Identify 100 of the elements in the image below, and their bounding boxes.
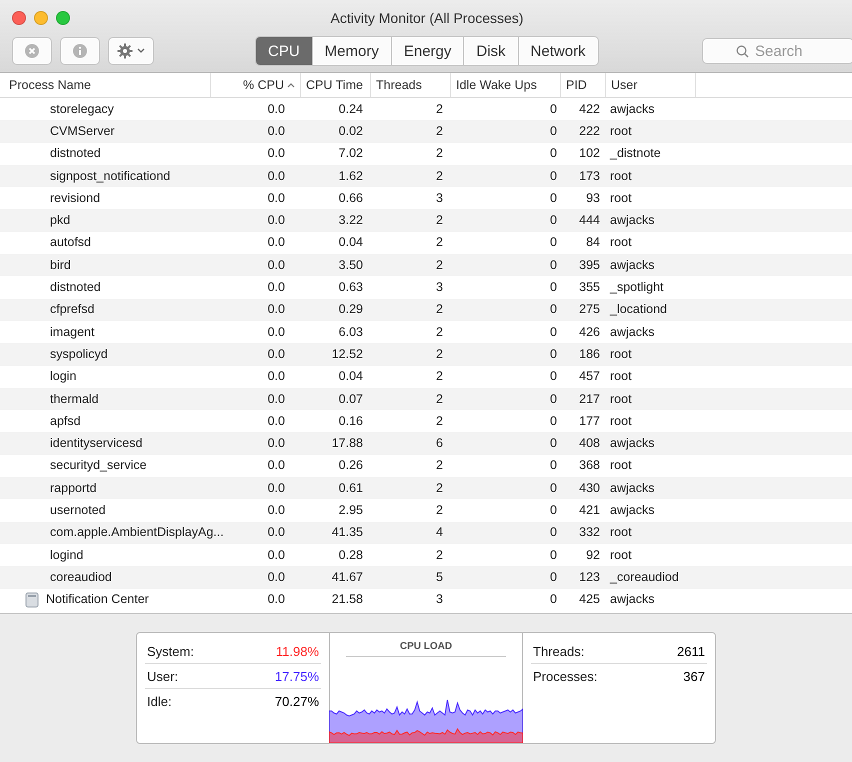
table-row[interactable]: com.apple.AmbientDisplayAg... 0.0 41.35 4 0 332 root (0, 522, 852, 544)
column-header[interactable]: Threads (371, 73, 451, 97)
table-cell: 0.0 (268, 213, 285, 228)
table-cell: 0.0 (268, 369, 285, 384)
table-cell: 2 (436, 369, 443, 384)
search-icon (736, 45, 749, 58)
table-cell: 0 (550, 324, 557, 340)
table-cell: awjacks (610, 592, 654, 608)
table-cell: root (610, 369, 632, 384)
table-row[interactable]: bird 0.0 3.50 2 0 395 awjacks (0, 254, 852, 276)
table-cell: awjacks (610, 436, 654, 452)
table-cell: root (610, 414, 632, 429)
table-cell: root (610, 190, 632, 206)
window-title: Activity Monitor (All Processes) (330, 10, 524, 26)
table-cell: 2 (436, 392, 443, 406)
table-cell: 3 (436, 592, 443, 608)
tab[interactable]: Memory (312, 37, 392, 65)
search-field[interactable]: Search (702, 38, 852, 64)
table-cell: 0 (550, 436, 557, 452)
tab[interactable]: Energy (392, 37, 464, 65)
stop-process-button[interactable] (12, 37, 52, 65)
table-cell: 0 (550, 235, 557, 250)
table-cell: 0.0 (268, 548, 285, 563)
table-cell: root (610, 346, 632, 362)
table-cell: autofsd (50, 235, 92, 250)
table-cell: 2 (436, 414, 443, 429)
tab[interactable]: Network (518, 37, 598, 65)
table-cell: 2 (436, 235, 443, 250)
table-cell: 0.26 (338, 458, 363, 474)
table-cell: 0.0 (268, 168, 285, 184)
table-cell: 0 (550, 570, 557, 585)
minimize-icon[interactable] (34, 11, 48, 25)
table-cell: storelegacy (50, 102, 114, 117)
table-cell: 0 (550, 258, 557, 273)
table-row[interactable]: identityservicesd 0.0 17.88 6 0 408 awjacks (0, 432, 852, 455)
table-cell: 421 (579, 502, 600, 518)
table-cell: 173 (579, 168, 600, 184)
table-cell: root (610, 458, 632, 474)
table-cell: 84 (586, 235, 600, 250)
table-cell: 93 (586, 190, 600, 206)
table-cell: 4 (436, 525, 443, 540)
table-cell: CVMServer (50, 124, 115, 139)
table-cell: 0 (550, 525, 557, 540)
table-row[interactable]: syspolicyd 0.0 12.52 2 0 186 root (0, 343, 852, 366)
table-cell: 0.0 (268, 436, 285, 452)
table-cell: 222 (579, 124, 600, 139)
table-cell: 12.52 (332, 346, 363, 362)
table-cell: 0.0 (268, 102, 285, 117)
table-cell: 0 (550, 190, 557, 206)
table-cell: 0.04 (338, 369, 363, 384)
table-cell: 426 (579, 324, 600, 340)
column-header[interactable]: CPU Time (301, 73, 371, 97)
table-cell: 0 (550, 146, 557, 162)
table-row[interactable]: thermald 0.0 0.07 2 0 217 root (0, 388, 852, 410)
table-cell: 422 (579, 102, 600, 117)
settings-button[interactable] (108, 37, 154, 65)
column-header[interactable]: Idle Wake Ups (451, 73, 561, 97)
info-button[interactable] (60, 37, 100, 65)
table-cell: 0.0 (268, 258, 285, 273)
table-cell: usernoted (50, 502, 106, 518)
column-header[interactable]: PID (561, 73, 606, 97)
tab[interactable]: CPU (256, 37, 313, 65)
table-cell: 2 (436, 258, 443, 273)
table-cell: root (610, 392, 632, 406)
table-cell: 0 (550, 392, 557, 406)
table-cell: distnoted (50, 146, 101, 162)
table-cell: 430 (579, 480, 600, 496)
table-row[interactable]: cfprefsd 0.0 0.29 2 0 275 _locationd (0, 298, 852, 321)
table-row[interactable]: pkd 0.0 3.22 2 0 444 awjacks (0, 209, 852, 232)
table-cell: awjacks (610, 324, 654, 340)
table-row[interactable]: coreaudiod 0.0 41.67 5 0 123 _coreaudiod (0, 566, 852, 589)
settings-icon (117, 43, 133, 59)
table-row[interactable]: signpost_notificationd 0.0 1.62 2 0 173 root (0, 164, 852, 188)
table-cell: 1.62 (338, 168, 363, 184)
table-cell: 0.0 (268, 414, 285, 429)
table-cell: 2.95 (338, 502, 363, 518)
table-row[interactable]: CVMServer 0.0 0.02 2 0 222 root (0, 120, 852, 143)
table-cell: logind (50, 548, 84, 563)
table-cell: 0.66 (338, 190, 363, 206)
column-header[interactable]: % CPU (211, 73, 301, 97)
table-cell: cfprefsd (50, 302, 94, 318)
close-icon[interactable] (12, 11, 26, 25)
table-cell: 0 (550, 502, 557, 518)
table-cell: _distnote (610, 146, 661, 162)
table-cell: 0.0 (268, 502, 285, 518)
table-cell: 0 (550, 102, 557, 117)
table-cell: root (610, 168, 632, 184)
zoom-icon[interactable] (56, 11, 70, 25)
table-cell: 0.0 (268, 592, 285, 608)
column-header[interactable]: Process Name (4, 73, 211, 97)
stop-icon (24, 43, 40, 59)
table-cell: 0 (550, 346, 557, 362)
table-row[interactable]: rapportd 0.0 0.61 2 0 430 awjacks (0, 477, 852, 500)
tab[interactable]: Disk (464, 37, 519, 65)
table-cell: 217 (579, 392, 600, 406)
table-cell: revisiond (50, 190, 100, 206)
column-header[interactable]: User (606, 73, 696, 97)
table-cell: rapportd (50, 480, 97, 496)
table-cell: identityservicesd (50, 436, 142, 452)
stat-label: Threads: (533, 644, 584, 658)
